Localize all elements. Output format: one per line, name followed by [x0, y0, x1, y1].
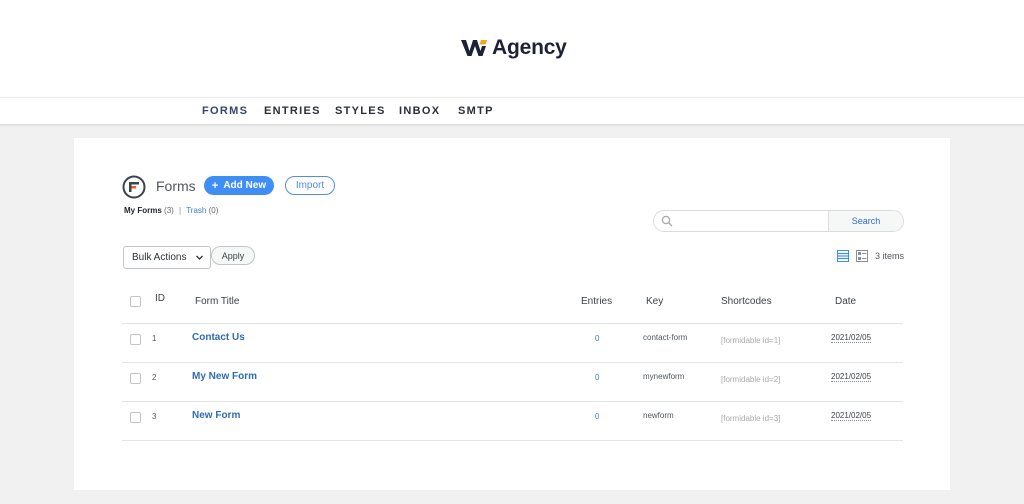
table-row: 2 My New Form 0 mynewform [formidable id…	[122, 363, 903, 402]
row-entries[interactable]: 0	[595, 412, 599, 421]
bulk-actions-select[interactable]: Bulk Actions	[123, 246, 211, 269]
select-all-checkbox[interactable]	[130, 296, 141, 307]
form-filters: My Forms (3) | Trash (0)	[124, 206, 218, 215]
bulk-actions-value: Bulk Actions	[132, 252, 187, 263]
excerpt-view-icon[interactable]	[856, 250, 868, 262]
table-row: 3 New Form 0 newform [formidable id=3] 2…	[122, 402, 903, 441]
import-button[interactable]: Import	[285, 176, 335, 195]
row-id: 3	[152, 412, 157, 421]
site-header: Agency	[0, 0, 1024, 97]
table-row: 1 Contact Us 0 contact-form [formidable …	[122, 324, 903, 363]
row-date: 2021/02/05	[831, 411, 872, 421]
column-shortcodes: Shortcodes	[721, 296, 772, 307]
apply-button[interactable]: Apply	[211, 246, 255, 265]
row-date: 2021/02/05	[831, 372, 872, 382]
my-forms-count: (3)	[164, 206, 174, 215]
row-shortcode[interactable]: [formidable id=1]	[721, 336, 780, 345]
row-entries[interactable]: 0	[595, 334, 599, 343]
row-shortcode[interactable]: [formidable id=3]	[721, 414, 780, 423]
brand-logo[interactable]: Agency	[460, 34, 567, 62]
nav-styles[interactable]: STYLES	[335, 105, 386, 117]
forms-table: ID Form Title Entries Key Shortcodes Dat…	[122, 283, 903, 441]
trash-count: (0)	[208, 206, 219, 215]
row-id: 1	[152, 334, 157, 343]
chevron-down-icon	[196, 255, 203, 260]
column-entries: Entries	[581, 296, 613, 307]
add-new-label: Add New	[223, 180, 267, 191]
search-button[interactable]: Search	[828, 211, 903, 231]
brand-name: Agency	[492, 36, 567, 59]
row-key: newform	[643, 411, 674, 420]
agency-logo-mark-icon	[461, 40, 487, 56]
row-entries[interactable]: 0	[595, 373, 599, 382]
row-checkbox[interactable]	[130, 373, 141, 384]
table-header: ID Form Title Entries Key Shortcodes Dat…	[122, 283, 903, 324]
row-form-title[interactable]: Contact Us	[192, 332, 245, 343]
search-box: Search	[653, 210, 904, 232]
filter-my-forms[interactable]: My Forms	[124, 206, 162, 215]
items-count: 3 items	[875, 251, 905, 261]
plus-icon: +	[211, 179, 219, 192]
row-key: mynewform	[643, 372, 685, 381]
forms-panel: Forms + Add New Import My Forms (3) | Tr…	[74, 138, 950, 490]
row-form-title[interactable]: New Form	[192, 410, 240, 421]
filter-trash[interactable]: Trash	[186, 206, 206, 215]
page-title: Forms	[156, 178, 196, 194]
nav-inbox[interactable]: INBOX	[399, 105, 440, 117]
nav-smtp[interactable]: SMTP	[458, 105, 494, 117]
filter-separator: |	[179, 206, 182, 215]
column-id[interactable]: ID	[155, 293, 165, 304]
column-key[interactable]: Key	[646, 296, 663, 307]
nav-entries[interactable]: ENTRIES	[264, 105, 321, 117]
formidable-logo-icon	[122, 175, 146, 199]
column-date[interactable]: Date	[835, 296, 856, 307]
search-input[interactable]	[654, 211, 828, 231]
column-form-title[interactable]: Form Title	[195, 296, 239, 307]
list-view-icon[interactable]	[837, 250, 849, 262]
row-key: contact-form	[643, 333, 688, 342]
row-checkbox[interactable]	[130, 334, 141, 345]
add-new-button[interactable]: + Add New	[204, 176, 274, 195]
row-date: 2021/02/05	[831, 333, 872, 343]
nav-forms[interactable]: FORMS	[202, 105, 248, 117]
row-shortcode[interactable]: [formidable id=2]	[721, 375, 780, 384]
search-icon	[661, 215, 673, 227]
row-form-title[interactable]: My New Form	[192, 371, 257, 382]
row-checkbox[interactable]	[130, 412, 141, 423]
row-id: 2	[152, 373, 157, 382]
main-nav: FORMS ENTRIES STYLES INBOX SMTP	[0, 97, 1024, 125]
